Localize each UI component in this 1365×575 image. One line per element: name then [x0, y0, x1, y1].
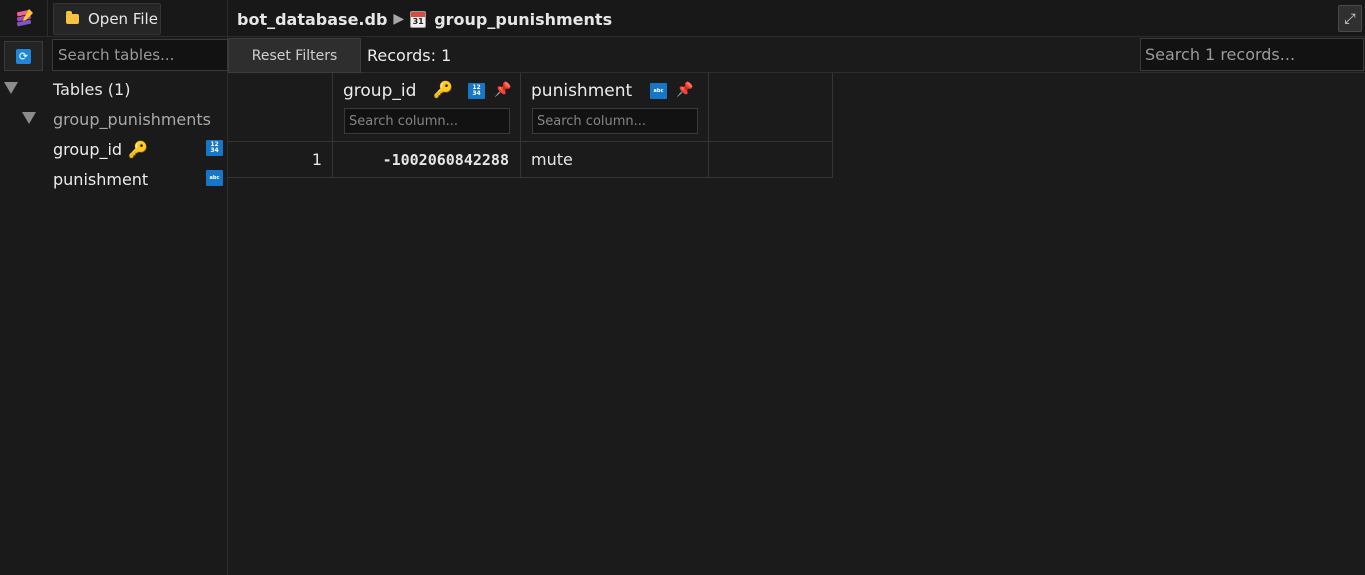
row-number-cell: 1: [228, 142, 333, 178]
table-cell[interactable]: mute: [521, 142, 709, 178]
refresh-icon: ⟳: [16, 48, 31, 64]
cell-value: mute: [531, 150, 573, 169]
tables-heading[interactable]: Tables (1): [53, 78, 130, 100]
open-file-label: Open File: [88, 10, 158, 28]
column-name: group_id: [53, 139, 123, 159]
table-collapse-icon[interactable]: [22, 112, 36, 124]
top-bar: Open File bot_database.db ▶ 31 group_pun…: [0, 0, 1365, 37]
text-type-icon: abc: [206, 170, 223, 186]
folder-icon: [66, 11, 79, 24]
primary-key-icon: 🔑: [128, 139, 148, 159]
reset-filters-button[interactable]: Reset Filters: [228, 38, 361, 73]
row-number-header: [228, 73, 333, 142]
expand-icon: ⤢: [1344, 10, 1356, 27]
sidebar-table-item[interactable]: group_punishments: [53, 108, 211, 130]
divider: [227, 0, 228, 37]
expand-button[interactable]: ⤢: [1338, 5, 1362, 32]
app-logo-icon: [16, 9, 33, 27]
column-filter-input[interactable]: [344, 108, 510, 134]
integer-type-icon: 12 34: [468, 83, 485, 99]
records-search-input[interactable]: [1140, 38, 1364, 71]
primary-key-icon: 🔑: [433, 80, 453, 99]
table-cell[interactable]: -1002060842288: [333, 142, 521, 178]
divider: [47, 0, 48, 37]
column-header-group-id[interactable]: group_id 🔑 12 34 📌: [333, 73, 521, 142]
integer-type-icon: 12 34: [206, 140, 223, 156]
table-search-input[interactable]: [52, 39, 228, 71]
cell-value: -1002060842288: [382, 151, 509, 169]
pin-icon[interactable]: 📌: [494, 82, 511, 98]
column-filter-input[interactable]: [532, 108, 698, 134]
breadcrumb-table: group_punishments: [434, 9, 613, 29]
sidebar-column-item[interactable]: group_id 🔑: [53, 138, 148, 160]
breadcrumb: bot_database.db ▶ 31 group_punishments: [237, 8, 612, 30]
empty-cell: [709, 142, 833, 178]
empty-header-cell: [709, 73, 833, 142]
column-header-label: punishment: [531, 81, 633, 101]
calendar-icon: 31: [410, 10, 427, 28]
column-header-label: group_id: [343, 81, 417, 101]
tables-collapse-icon[interactable]: [4, 82, 18, 94]
pin-icon[interactable]: 📌: [676, 82, 693, 98]
data-grid: group_id 🔑 12 34 📌 punishment abc 📌 1 -1…: [228, 73, 833, 178]
column-name: punishment: [53, 169, 149, 189]
sidebar: ⟳ Tables (1) group_punishments group_id …: [0, 37, 228, 575]
breadcrumb-database[interactable]: bot_database.db: [237, 10, 387, 29]
records-count: Records: 1: [367, 46, 452, 65]
grid-toolbar: Reset Filters Records: 1: [228, 37, 1365, 73]
breadcrumb-arrow-icon: ▶: [393, 11, 405, 27]
text-type-icon: abc: [650, 83, 667, 99]
open-file-button[interactable]: Open File: [53, 3, 161, 35]
column-header-punishment[interactable]: punishment abc 📌: [521, 73, 709, 142]
refresh-button[interactable]: ⟳: [4, 41, 43, 71]
sidebar-column-item[interactable]: punishment: [53, 168, 148, 190]
